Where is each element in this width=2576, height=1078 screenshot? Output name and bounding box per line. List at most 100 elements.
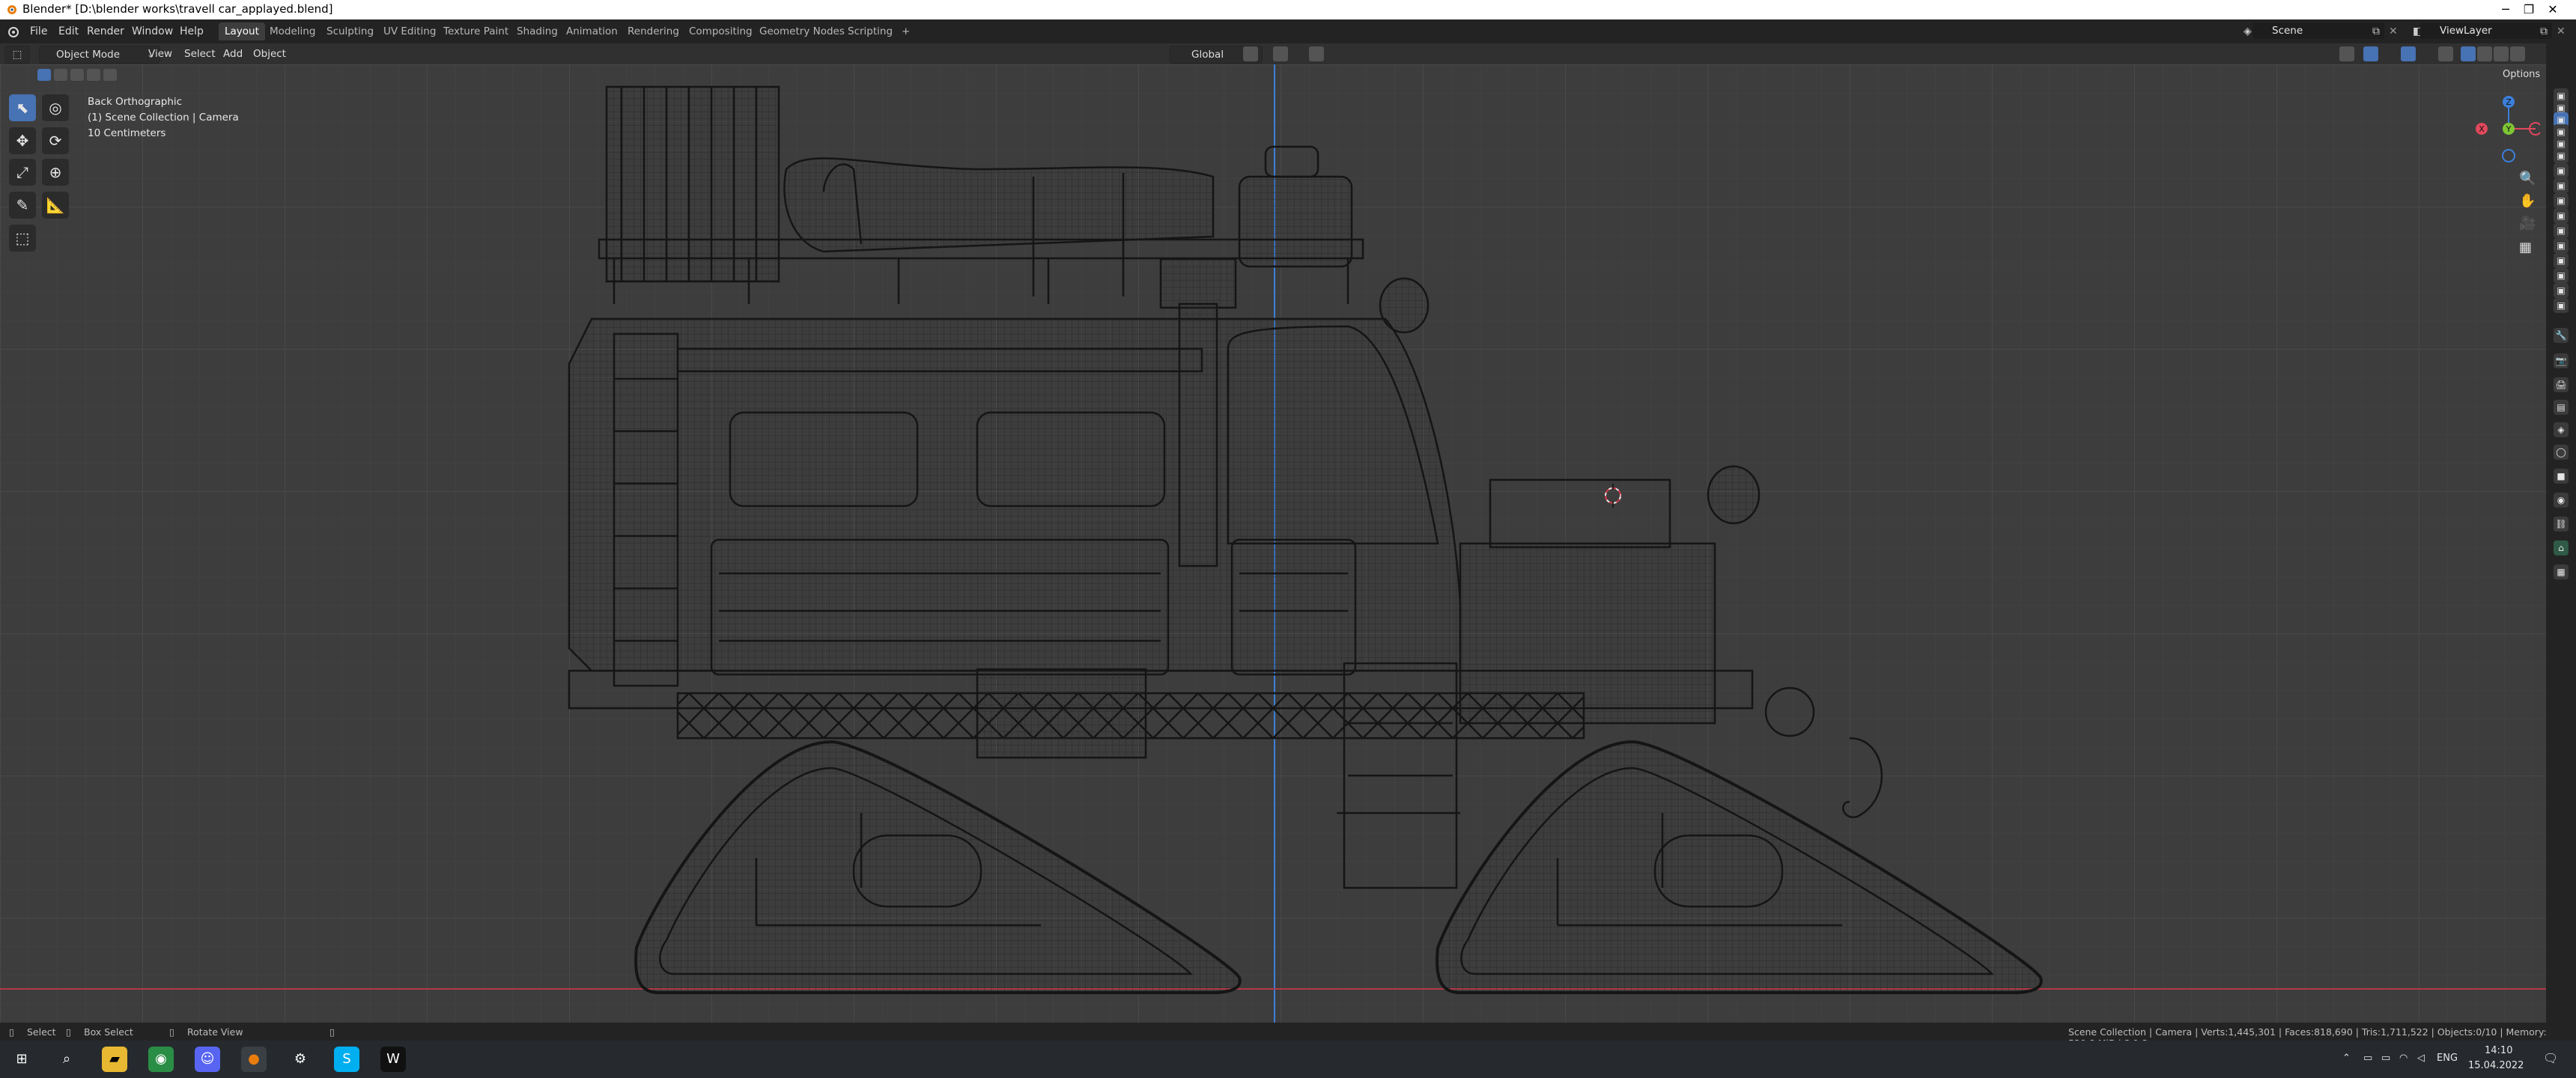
close-button[interactable]: ✕ [2530, 0, 2576, 19]
camera-icon[interactable]: ▣ [2554, 178, 2569, 193]
zoom-icon[interactable]: 🔍 [2519, 171, 2536, 186]
select-mode-subtract-icon[interactable] [70, 69, 84, 81]
navigation-gizmo[interactable]: Z X Y [2471, 91, 2540, 166]
new-view-layer-icon[interactable]: ⧉ [2540, 25, 2548, 37]
constraints-props-icon[interactable]: ⛓ [2554, 517, 2569, 532]
tray-chevron-icon[interactable]: ⌃ [2342, 1053, 2351, 1064]
delete-scene-icon[interactable]: ✕ [2389, 25, 2398, 37]
file-explorer-icon[interactable]: ▰ [102, 1047, 127, 1072]
menu-render[interactable]: Render [87, 25, 124, 37]
scene-selector[interactable]: Scene [2253, 22, 2384, 39]
perspective-grid-icon[interactable]: ▦ [2519, 240, 2532, 255]
object-props-icon[interactable]: ■ [2554, 469, 2569, 484]
tab-texture-paint[interactable]: Texture Paint [437, 22, 514, 40]
notification-icon[interactable]: 🗨 [2543, 1051, 2558, 1065]
tray-date[interactable]: 15.04.2022 [2468, 1060, 2524, 1071]
camera-icon[interactable]: ▣ [2554, 148, 2569, 163]
select-mode-invert-icon[interactable] [87, 69, 100, 81]
visibility-icon[interactable] [2339, 46, 2354, 61]
shading-solid-icon[interactable] [2477, 46, 2492, 61]
options-dropdown[interactable]: Options [2503, 69, 2540, 80]
gizmo-toggle-icon[interactable] [2363, 46, 2378, 61]
tray-network-icon[interactable]: ▭ [2363, 1053, 2372, 1064]
tab-rendering[interactable]: Rendering [622, 22, 685, 40]
measure-tool[interactable]: 📐 [42, 192, 69, 219]
delete-view-layer-icon[interactable]: ✕ [2557, 25, 2566, 37]
tray-language[interactable]: ENG [2437, 1053, 2458, 1064]
shading-material-icon[interactable] [2494, 46, 2509, 61]
camera-icon[interactable]: ▣ [2554, 163, 2569, 178]
transform-tool[interactable]: ⊕ [42, 159, 69, 186]
output-props-icon[interactable]: 🖨 [2554, 377, 2569, 392]
cursor-tool[interactable]: ◎ [42, 94, 69, 121]
xray-toggle-icon[interactable] [2438, 46, 2453, 61]
camera-icon[interactable]: ▣ [2554, 238, 2569, 253]
texture-props-icon[interactable]: ▦ [2554, 564, 2569, 579]
shading-rendered-icon[interactable] [2510, 46, 2525, 61]
discord-icon[interactable]: ☺ [195, 1047, 220, 1072]
3d-viewport[interactable] [0, 64, 2546, 1023]
menu-file[interactable]: File [30, 25, 47, 37]
view-layer-selector[interactable]: ViewLayer [2420, 22, 2552, 39]
menu-object[interactable]: Object [247, 46, 292, 62]
blender-menu-icon[interactable] [6, 25, 19, 38]
camera-icon[interactable]: ▣ [2554, 223, 2569, 238]
select-mode-extend-icon[interactable] [54, 69, 67, 81]
tab-sculpting[interactable]: Sculpting [321, 22, 380, 40]
data-props-icon[interactable]: ⌂ [2554, 540, 2569, 555]
tab-compositing[interactable]: Compositing [683, 22, 759, 40]
scale-tool[interactable]: ⤢ [9, 159, 36, 186]
new-scene-icon[interactable]: ⧉ [2372, 25, 2380, 37]
physics-props-icon[interactable]: ◉ [2554, 493, 2569, 508]
select-box-tool[interactable]: ⬉ [9, 94, 36, 121]
add-workspace-button[interactable]: + [896, 22, 916, 40]
rotate-tool[interactable]: ⟳ [42, 127, 69, 154]
scene-props-icon[interactable]: ◈ [2554, 422, 2569, 437]
blender-taskbar-icon[interactable]: ● [241, 1047, 267, 1072]
gizmo-neg-z-handle[interactable] [2502, 149, 2515, 162]
app-w-icon[interactable]: W [380, 1047, 406, 1072]
menu-add[interactable]: Add [217, 46, 249, 62]
tab-scripting[interactable]: Scripting [842, 22, 899, 40]
tab-shading[interactable]: Shading [511, 22, 564, 40]
camera-icon[interactable]: ▣ [2554, 298, 2569, 313]
select-mode-intersect-icon[interactable] [103, 69, 117, 81]
camera-icon[interactable]: ▣ [2554, 193, 2569, 208]
add-cube-tool[interactable]: ⬚ [9, 225, 36, 252]
search-icon[interactable]: ⌕ [54, 1047, 79, 1072]
tray-time[interactable]: 14:10 [2485, 1045, 2512, 1056]
tab-layout[interactable]: Layout [219, 22, 265, 40]
overlay-toggle-icon[interactable] [2401, 46, 2416, 61]
pivot-icon[interactable] [1243, 46, 1258, 61]
chrome-icon[interactable]: ◉ [148, 1047, 174, 1072]
menu-edit[interactable]: Edit [58, 25, 79, 37]
camera-icon[interactable]: ▣ [2554, 208, 2569, 223]
steam-icon[interactable]: ⚙ [288, 1047, 313, 1072]
tab-animation[interactable]: Animation [560, 22, 624, 40]
scene-icon[interactable]: ◈ [2244, 25, 2252, 37]
camera-view-icon[interactable]: 🎥 [2519, 216, 2536, 231]
start-windows-icon[interactable]: ⊞ [9, 1047, 34, 1072]
tab-modeling[interactable]: Modeling [264, 22, 321, 40]
menu-view[interactable]: View [142, 46, 178, 62]
world-props-icon[interactable]: ◯ [2554, 445, 2569, 460]
view-layer-props-icon[interactable]: ▤ [2554, 400, 2569, 415]
annotate-tool[interactable]: ✎ [9, 192, 36, 219]
tray-volume-icon[interactable]: ◁ [2417, 1053, 2425, 1064]
render-props-icon[interactable]: 📷 [2554, 353, 2569, 368]
menu-help[interactable]: Help [180, 25, 204, 37]
tray-display-icon[interactable]: ▭ [2381, 1053, 2390, 1064]
camera-icon[interactable]: ▣ [2554, 253, 2569, 268]
snap-icon[interactable] [1273, 46, 1288, 61]
editor-type-button[interactable]: ⬚ [4, 46, 30, 64]
tab-uv-editing[interactable]: UV Editing [377, 22, 442, 40]
camera-icon[interactable]: ▣ [2554, 268, 2569, 283]
tab-geometry-nodes[interactable]: Geometry Nodes [753, 22, 851, 40]
shading-wireframe-icon[interactable] [2461, 46, 2476, 61]
move-tool[interactable]: ✥ [9, 127, 36, 154]
tray-wifi-icon[interactable]: ◠ [2399, 1053, 2408, 1064]
proportional-edit-icon[interactable] [1309, 46, 1324, 61]
pan-hand-icon[interactable]: ✋ [2519, 193, 2536, 209]
tool-props-icon[interactable]: 🔧 [2554, 328, 2569, 343]
camera-icon[interactable]: ▣ [2554, 283, 2569, 298]
